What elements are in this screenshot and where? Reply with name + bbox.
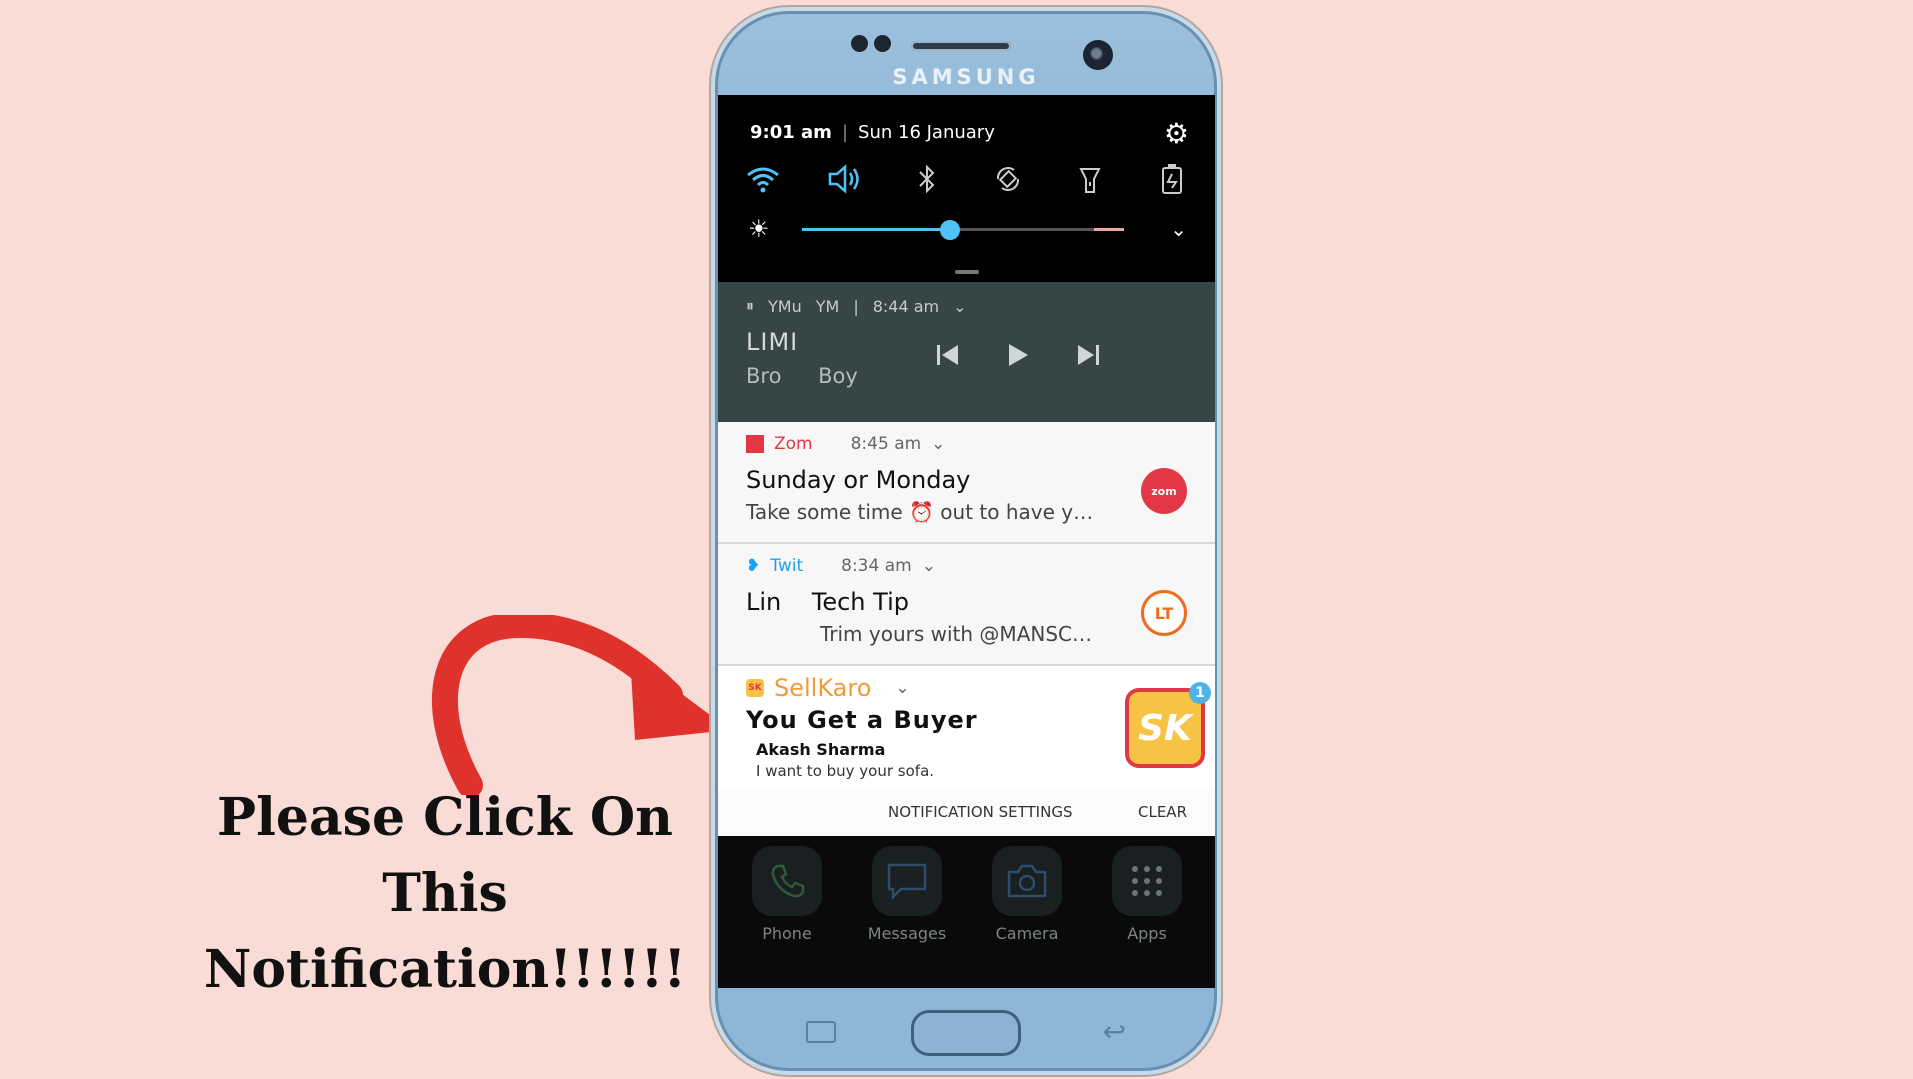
caption-line-1: Please Click On This xyxy=(217,787,673,924)
notification-text: Trim yours with @MANSC… xyxy=(820,622,1092,646)
play-icon[interactable] xyxy=(1003,340,1033,370)
dock-label: Camera xyxy=(995,924,1059,943)
pause-icon: ⏸ xyxy=(746,296,755,315)
zomato-logo-icon: zom xyxy=(1141,468,1187,514)
dock-apps[interactable]: Apps xyxy=(1097,846,1197,943)
sound-icon[interactable] xyxy=(822,159,868,199)
phone-icon xyxy=(752,846,822,916)
music-app-1: YMu xyxy=(768,296,802,316)
sellkaro-app-icon: SK xyxy=(746,679,764,697)
music-time: 8:44 am xyxy=(872,296,940,316)
chevron-down-icon[interactable]: ⌄ xyxy=(922,556,936,576)
earpiece-speaker xyxy=(911,41,1011,51)
notification-app-name: Zom xyxy=(774,434,813,454)
flashlight-icon[interactable] xyxy=(1067,159,1113,199)
notification-title: Sunday or Monday xyxy=(746,466,971,494)
brightness-end xyxy=(1094,228,1124,231)
messages-icon xyxy=(872,846,942,916)
dock-label: Messages xyxy=(867,924,947,943)
status-bar: 9:01 am | Sun 16 January ⚙ xyxy=(750,117,1189,150)
notification-time: 8:45 am xyxy=(850,434,922,454)
panel-handle[interactable] xyxy=(955,270,979,274)
music-notification[interactable]: ⏸ YMu YM | 8:44 am ⌄ LIMI Bro Boy xyxy=(718,282,1215,422)
zomato-app-icon xyxy=(746,435,764,453)
notification-sender: Akash Sharma xyxy=(756,740,886,759)
bluetooth-icon[interactable] xyxy=(904,159,950,199)
instruction-caption: Please Click On This Notification!!!!!! xyxy=(150,780,740,1008)
next-icon[interactable] xyxy=(1073,340,1103,370)
sellkaro-logo-label: SK xyxy=(1138,707,1192,749)
brightness-fill xyxy=(802,228,951,231)
music-controls xyxy=(933,340,1103,370)
notification-title: You Get a Buyer xyxy=(746,706,978,734)
recent-apps-icon[interactable] xyxy=(806,1021,836,1043)
phone-screen: 9:01 am | Sun 16 January ⚙ ☀ ⌄ ⏸ YMu YM … xyxy=(718,95,1215,988)
status-date: Sun 16 January xyxy=(858,121,995,143)
auto-rotate-icon[interactable] xyxy=(985,159,1031,199)
brightness-thumb[interactable] xyxy=(940,220,961,240)
music-app-2: YM xyxy=(815,296,840,316)
notification-text: Take some time ⏰ out to have y… xyxy=(746,500,1094,524)
power-saving-icon[interactable] xyxy=(1149,159,1195,199)
gear-icon[interactable]: ⚙ xyxy=(1164,117,1189,150)
phone-frame: SAMSUNG 9:01 am | Sun 16 January ⚙ ☀ ⌄ ⏸… xyxy=(711,7,1221,1075)
chevron-down-icon[interactable]: ⌄ xyxy=(953,297,966,316)
music-header: ⏸ YMu YM | 8:44 am ⌄ xyxy=(746,296,967,316)
notification-title: Lin Tech Tip xyxy=(746,588,909,616)
dock-label: Apps xyxy=(1127,924,1167,943)
apps-grid-icon xyxy=(1112,846,1182,916)
caption-line-2: Notification!!!!!! xyxy=(203,939,687,1000)
dock-label: Phone xyxy=(762,924,812,943)
back-icon[interactable]: ↩ xyxy=(1103,1015,1126,1048)
notification-time: 8:34 am xyxy=(841,556,912,576)
notification-app-name: Twit xyxy=(770,556,804,576)
status-separator: | xyxy=(841,121,849,143)
music-artist: Bro Boy xyxy=(746,364,858,388)
notification-settings-button[interactable]: NOTIFICATION SETTINGS xyxy=(888,803,1072,821)
wifi-icon[interactable] xyxy=(740,159,786,199)
clear-button[interactable]: CLEAR xyxy=(1138,803,1187,821)
notification-actions: NOTIFICATION SETTINGS CLEAR xyxy=(718,788,1215,836)
notification-app-name: SellKaro xyxy=(774,674,872,702)
phone-brand: SAMSUNG xyxy=(892,65,1040,89)
techtip-logo-icon: LT xyxy=(1141,590,1187,636)
camera-icon xyxy=(992,846,1062,916)
brightness-control: ☀ ⌄ xyxy=(748,215,1187,245)
brightness-icon: ☀ xyxy=(748,215,770,243)
notification-header: Zom 8:45 am ⌄ xyxy=(746,434,945,454)
music-title: LIMI xyxy=(746,328,799,356)
red-arrow-icon xyxy=(431,615,730,795)
twitter-bird-icon: ❥ xyxy=(746,556,761,576)
home-button[interactable] xyxy=(911,1010,1021,1056)
dock-messages[interactable]: Messages xyxy=(857,846,957,943)
zomato-notification[interactable]: Zom 8:45 am ⌄ Sunday or Monday Take some… xyxy=(718,422,1215,544)
notification-header: ❥ Twit 8:34 am ⌄ xyxy=(746,556,936,576)
chevron-down-icon[interactable]: ⌄ xyxy=(1170,217,1187,241)
notification-text: I want to buy your sofa. xyxy=(756,762,935,780)
twitter-notification[interactable]: ❥ Twit 8:34 am ⌄ Lin Tech Tip Trim yours… xyxy=(718,544,1215,666)
sellkaro-notification[interactable]: SK SellKaro ⌄ You Get a Buyer Akash Shar… xyxy=(718,666,1215,789)
app-dock: Phone Messages Camera Apps xyxy=(718,836,1215,988)
dock-phone[interactable]: Phone xyxy=(737,846,837,943)
dock-camera[interactable]: Camera xyxy=(977,846,1077,943)
chevron-down-icon[interactable]: ⌄ xyxy=(895,678,909,698)
previous-icon[interactable] xyxy=(933,340,963,370)
chevron-down-icon[interactable]: ⌄ xyxy=(931,434,945,454)
sensor-dots xyxy=(851,35,891,52)
notification-badge: 1 xyxy=(1189,682,1211,704)
status-time: 9:01 am xyxy=(750,121,832,143)
quick-settings xyxy=(740,159,1195,199)
music-separator: | xyxy=(853,296,859,316)
notification-header: SK SellKaro ⌄ xyxy=(746,674,910,702)
brightness-slider[interactable] xyxy=(802,220,1124,240)
